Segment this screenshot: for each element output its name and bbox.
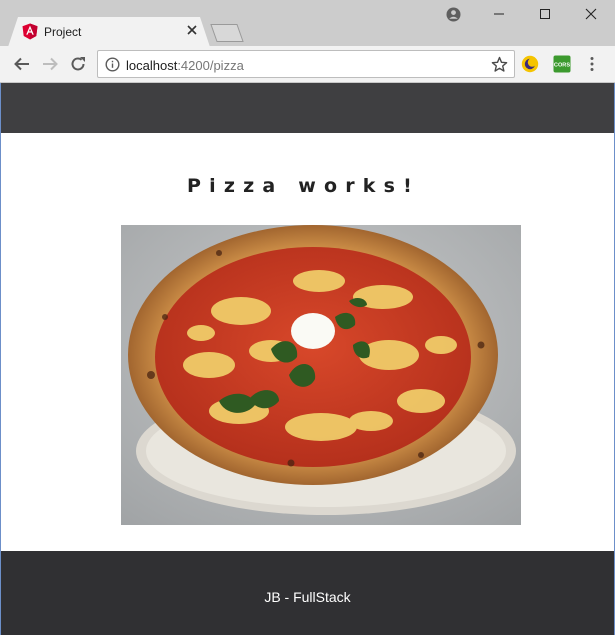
- reload-button[interactable]: [68, 54, 88, 74]
- minimize-button[interactable]: [476, 0, 522, 28]
- browser-titlebar: Project: [0, 0, 615, 47]
- url-text[interactable]: localhost:4200/pizza: [126, 58, 244, 73]
- new-tab-button[interactable]: [208, 24, 246, 42]
- cors-label: CORS: [554, 62, 570, 68]
- maximize-button[interactable]: [522, 0, 568, 28]
- minimize-icon: [494, 13, 504, 15]
- browser-tab[interactable]: Project: [8, 17, 210, 47]
- cors-icon[interactable]: CORS: [553, 55, 571, 73]
- account-icon: [446, 7, 460, 21]
- browser-toolbar: localhost:4200/pizza CORS: [0, 46, 615, 83]
- forward-arrow-icon: [43, 57, 58, 71]
- window-close-button[interactable]: [568, 0, 614, 28]
- info-icon[interactable]: [105, 57, 120, 72]
- tab-title: Project: [44, 25, 82, 39]
- account-button[interactable]: [430, 0, 476, 28]
- tab-close-icon[interactable]: [184, 22, 200, 38]
- angular-icon: [22, 23, 38, 40]
- reload-icon: [71, 57, 85, 71]
- forward-button[interactable]: [40, 54, 60, 74]
- menu-button[interactable]: [582, 54, 602, 74]
- night-mode-icon[interactable]: [521, 55, 539, 73]
- url-path: :4200/pizza: [177, 58, 244, 73]
- page-heading: Pizza works!: [187, 175, 420, 197]
- footer-text: JB - FullStack: [264, 589, 351, 605]
- app-header-bar: [0, 83, 615, 133]
- back-button[interactable]: [12, 54, 32, 74]
- pizza-image: [121, 225, 521, 525]
- back-arrow-icon: [14, 57, 29, 71]
- close-icon: [585, 8, 597, 20]
- address-bar[interactable]: localhost:4200/pizza: [97, 50, 515, 78]
- menu-icon: [590, 57, 594, 71]
- maximize-icon: [540, 9, 550, 19]
- url-host: localhost: [126, 58, 178, 73]
- bookmark-star-icon[interactable]: [491, 56, 508, 73]
